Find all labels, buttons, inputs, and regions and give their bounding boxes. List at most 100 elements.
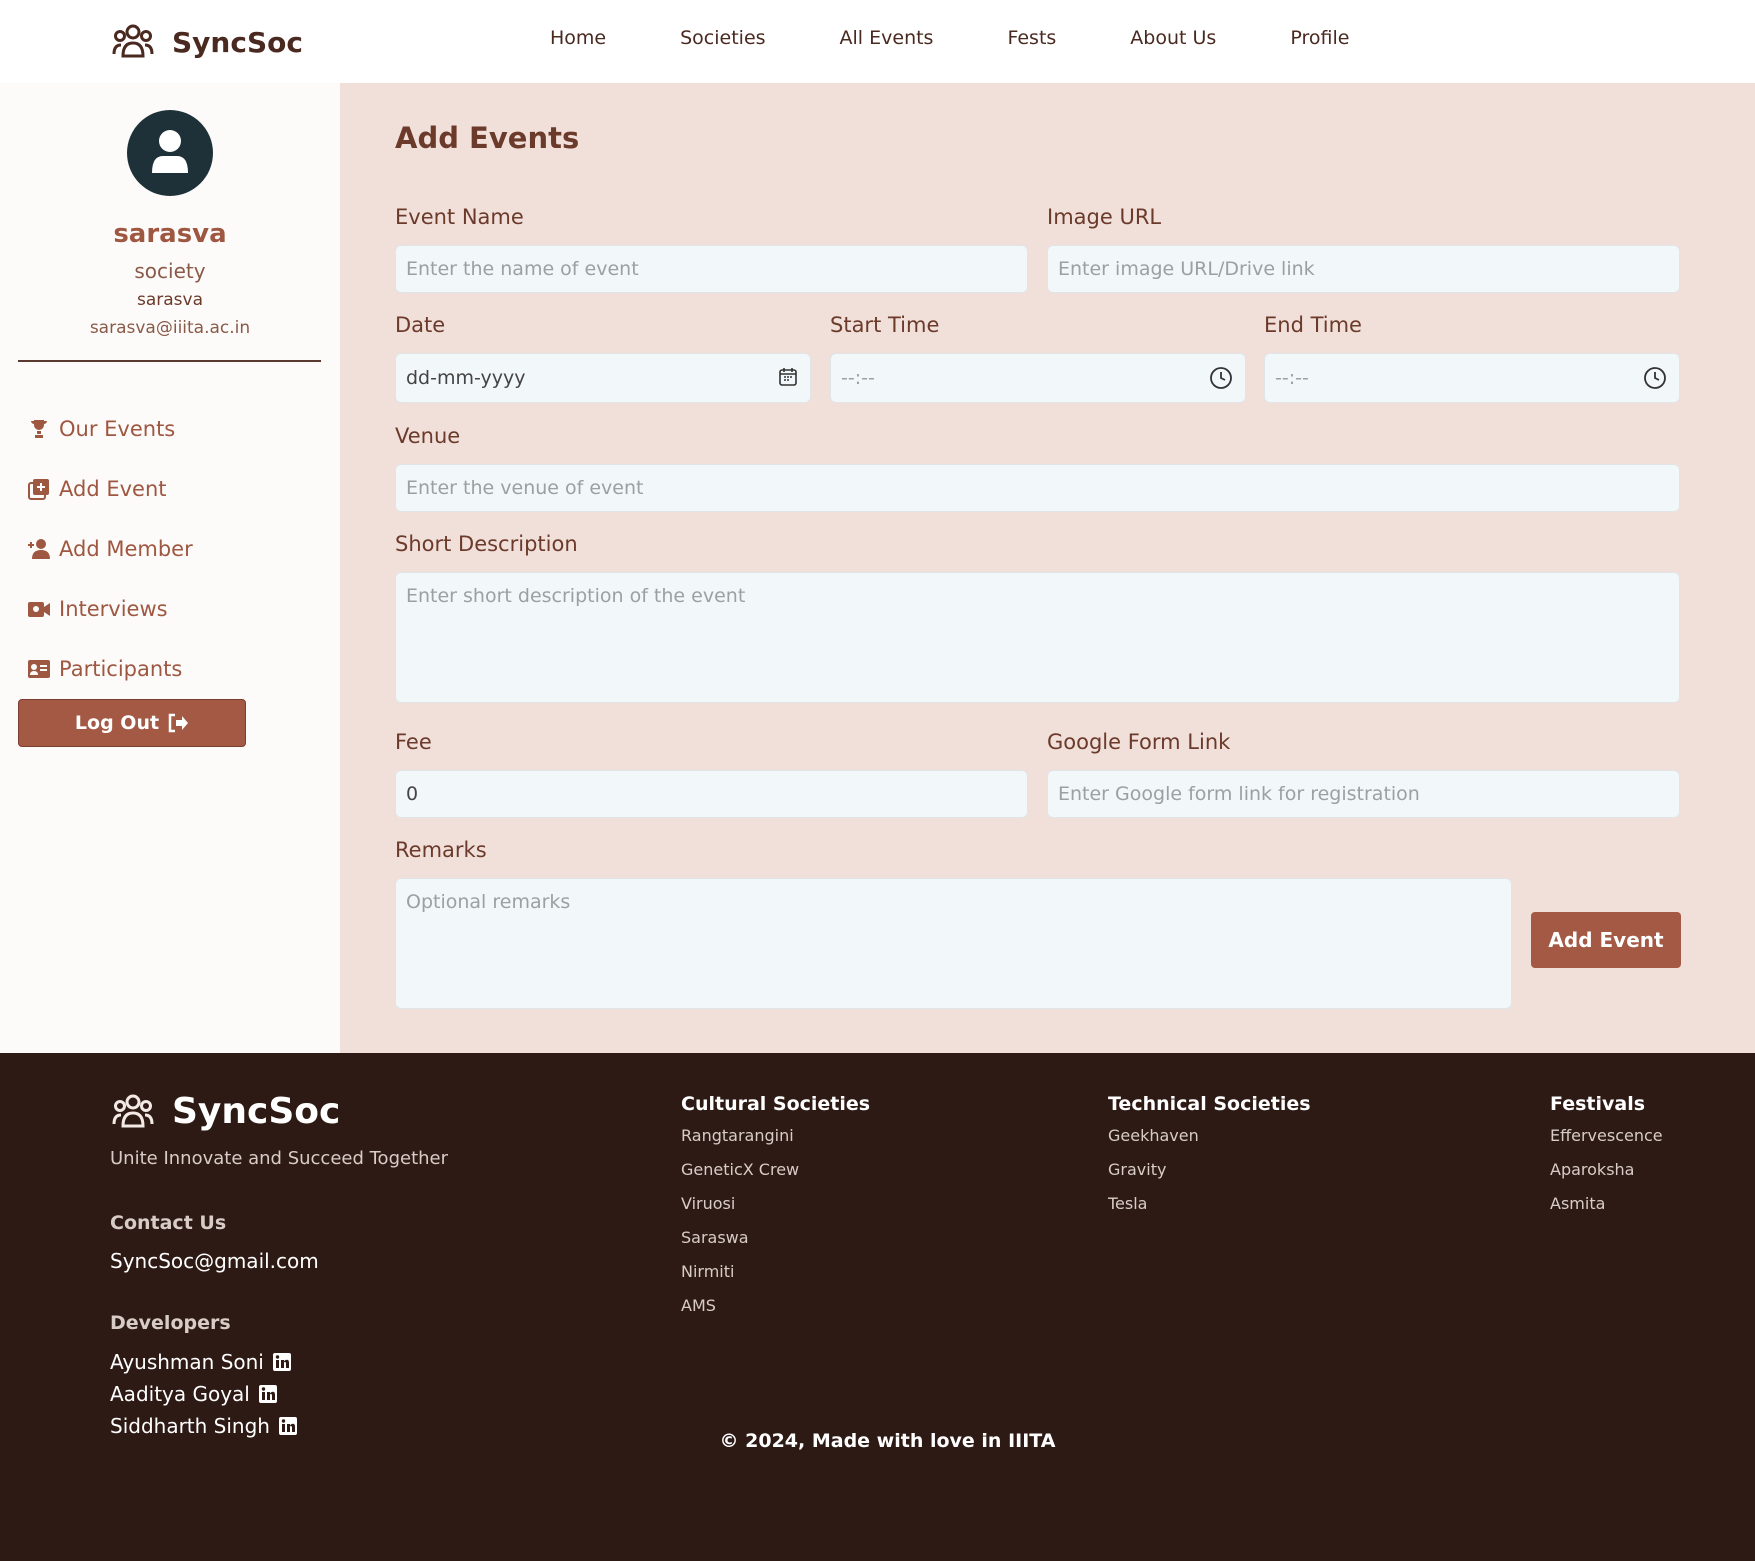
video-camera-icon xyxy=(28,602,50,617)
nav-all-events[interactable]: All Events xyxy=(840,27,934,49)
top-header: SyncSoc Home Societies All Events Fests … xyxy=(0,0,1755,83)
image-url-input[interactable]: Enter image URL/Drive link xyxy=(1047,245,1680,293)
footer-festivals-column: Festivals Effervescence Aparoksha Asmita xyxy=(1550,1093,1663,1229)
linkedin-icon[interactable] xyxy=(272,1352,292,1372)
avatar xyxy=(127,110,213,196)
sidebar-menu: Our Events Add Event Add Member Intervie… xyxy=(27,399,193,699)
sidebar-item-add-event[interactable]: Add Event xyxy=(27,459,193,519)
fee-label: Fee xyxy=(395,730,432,754)
technical-link[interactable]: Tesla xyxy=(1108,1195,1311,1229)
cultural-link[interactable]: Nirmiti xyxy=(681,1263,870,1297)
brand-name: SyncSoc xyxy=(172,25,303,59)
linkedin-icon[interactable] xyxy=(258,1384,278,1404)
logout-label: Log Out xyxy=(74,712,160,734)
technical-link[interactable]: Gravity xyxy=(1108,1161,1311,1195)
user-plus-icon xyxy=(28,539,50,559)
developer-item[interactable]: Aaditya Goyal xyxy=(110,1382,278,1406)
short-description-textarea[interactable]: Enter short description of the event xyxy=(395,572,1680,703)
start-time-input[interactable]: --:-- xyxy=(830,353,1246,403)
cultural-heading: Cultural Societies xyxy=(681,1093,871,1115)
sidebar: sarasva society sarasva sarasva@iiita.ac… xyxy=(0,83,340,1053)
profile-username: sarasva xyxy=(113,219,227,249)
date-label: Date xyxy=(395,313,446,337)
sidebar-item-label: Add Member xyxy=(59,537,193,561)
contact-email[interactable]: SyncSoc@gmail.com xyxy=(110,1249,319,1273)
start-time-placeholder: --:-- xyxy=(841,367,875,389)
nav-home[interactable]: Home xyxy=(550,27,606,49)
add-event-form: Add Events Event Name Enter the name of … xyxy=(340,83,1755,1053)
image-url-label: Image URL xyxy=(1047,205,1162,229)
nav-about-us[interactable]: About Us xyxy=(1130,27,1216,49)
cultural-link[interactable]: AMS xyxy=(681,1297,870,1331)
footer: SyncSoc Unite Innovate and Succeed Toget… xyxy=(0,1053,1755,1561)
end-time-placeholder: --:-- xyxy=(1275,367,1309,389)
technical-heading: Technical Societies xyxy=(1108,1093,1311,1115)
sign-out-icon xyxy=(168,713,189,733)
nav-fests[interactable]: Fests xyxy=(1007,27,1056,49)
contact-heading: Contact Us xyxy=(110,1212,227,1234)
profile-email: sarasva@iiita.ac.in xyxy=(89,318,251,338)
main-nav: Home Societies All Events Fests About Us… xyxy=(550,27,1423,49)
sidebar-item-add-member[interactable]: Add Member xyxy=(27,519,193,579)
brand[interactable]: SyncSoc xyxy=(112,20,303,64)
short-description-label: Short Description xyxy=(395,532,578,556)
developer-name: Aaditya Goyal xyxy=(110,1382,250,1406)
remarks-textarea[interactable]: Optional remarks xyxy=(395,878,1512,1009)
profile-role: society xyxy=(134,259,206,283)
festivals-heading: Festivals xyxy=(1550,1093,1646,1115)
id-card-icon xyxy=(28,660,50,678)
google-form-input[interactable]: Enter Google form link for registration xyxy=(1047,770,1680,818)
user-icon xyxy=(152,130,188,173)
sidebar-item-label: Our Events xyxy=(59,417,176,441)
footer-technical-column: Technical Societies Geekhaven Gravity Te… xyxy=(1108,1093,1311,1229)
add-event-button[interactable]: Add Event xyxy=(1531,912,1681,968)
event-name-label: Event Name xyxy=(395,205,524,229)
cultural-link[interactable]: Viruosi xyxy=(681,1195,870,1229)
festival-link[interactable]: Aparoksha xyxy=(1550,1161,1663,1195)
venue-label: Venue xyxy=(395,424,461,448)
sidebar-item-label: Participants xyxy=(59,657,183,681)
fee-input[interactable]: 0 xyxy=(395,770,1028,818)
venue-input[interactable]: Enter the venue of event xyxy=(395,464,1680,512)
start-time-label: Start Time xyxy=(830,313,940,337)
cultural-link[interactable]: Rangtarangini xyxy=(681,1127,870,1161)
end-time-input[interactable]: --:-- xyxy=(1264,353,1680,403)
festival-link[interactable]: Effervescence xyxy=(1550,1127,1663,1161)
footer-brand[interactable]: SyncSoc xyxy=(112,1091,340,1132)
calendar-icon[interactable] xyxy=(778,366,798,388)
sidebar-item-participants[interactable]: Participants xyxy=(27,639,193,699)
developer-item[interactable]: Ayushman Soni xyxy=(110,1350,292,1374)
developers-heading: Developers xyxy=(110,1312,231,1334)
clock-icon[interactable] xyxy=(1643,366,1667,390)
cultural-link[interactable]: Saraswa xyxy=(681,1229,870,1263)
clock-icon[interactable] xyxy=(1209,366,1233,390)
nav-societies[interactable]: Societies xyxy=(680,27,765,49)
sidebar-divider xyxy=(18,360,321,362)
logout-button[interactable]: Log Out xyxy=(18,699,246,747)
date-placeholder: dd-mm-yyyy xyxy=(406,367,526,389)
event-name-input[interactable]: Enter the name of event xyxy=(395,245,1028,293)
add-square-icon xyxy=(28,479,49,500)
trophy-icon xyxy=(31,420,47,438)
festival-link[interactable]: Asmita xyxy=(1550,1195,1663,1229)
sidebar-item-interviews[interactable]: Interviews xyxy=(27,579,193,639)
group-icon xyxy=(112,24,154,58)
footer-tagline: Unite Innovate and Succeed Together xyxy=(110,1148,449,1169)
cultural-link[interactable]: GeneticX Crew xyxy=(681,1161,870,1195)
profile-handle: sarasva xyxy=(136,290,204,310)
group-icon xyxy=(112,1094,154,1127)
end-time-label: End Time xyxy=(1264,313,1362,337)
sidebar-item-label: Interviews xyxy=(59,597,168,621)
technical-link[interactable]: Geekhaven xyxy=(1108,1127,1311,1161)
footer-brand-name: SyncSoc xyxy=(172,1091,341,1132)
remarks-label: Remarks xyxy=(395,838,487,862)
date-input[interactable]: dd-mm-yyyy xyxy=(395,353,811,403)
page-title: Add Events xyxy=(395,121,580,155)
developer-name: Ayushman Soni xyxy=(110,1350,264,1374)
sidebar-item-our-events[interactable]: Our Events xyxy=(27,399,193,459)
nav-profile[interactable]: Profile xyxy=(1290,27,1349,49)
sidebar-item-label: Add Event xyxy=(59,477,167,501)
google-form-label: Google Form Link xyxy=(1047,730,1231,754)
footer-cultural-column: Cultural Societies Rangtarangini Genetic… xyxy=(681,1093,870,1331)
copyright: © 2024, Made with love in IIITA xyxy=(719,1430,1056,1452)
